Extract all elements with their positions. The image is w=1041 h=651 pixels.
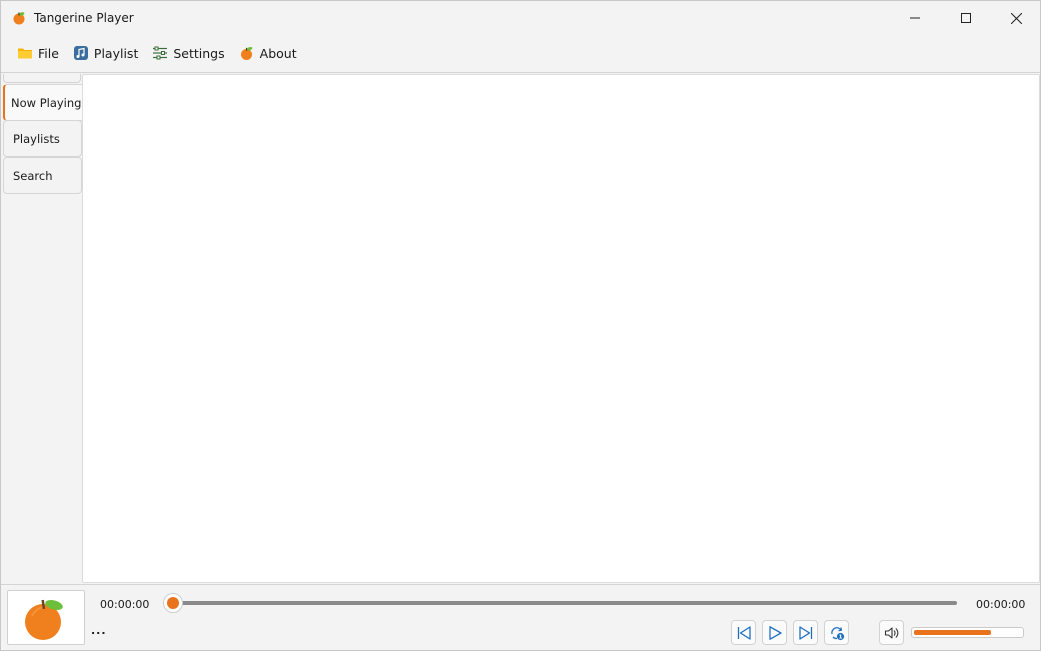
tab-search-label: Search [13, 168, 53, 183]
maximize-icon [961, 13, 971, 23]
app-window: Tangerine Player File Playlist Settings … [0, 0, 1041, 651]
close-icon [1010, 12, 1022, 24]
menu-playlist[interactable]: Playlist [67, 39, 146, 67]
tangerine-icon [239, 45, 255, 61]
album-art [7, 590, 85, 645]
menu-file[interactable]: File [11, 39, 67, 67]
top-divider [1, 72, 1040, 73]
skip-previous-icon [737, 625, 751, 640]
volume-slider[interactable] [911, 627, 1024, 638]
menu-settings-label: Settings [173, 45, 225, 61]
music-note-icon [73, 45, 89, 61]
volume-button[interactable] [879, 620, 904, 645]
tangerine-artwork-icon [25, 599, 63, 640]
volume-level [914, 630, 992, 635]
play-button[interactable] [762, 620, 787, 645]
menu-settings[interactable]: Settings [146, 39, 232, 67]
svg-text:1: 1 [838, 634, 842, 640]
now-playing-panel [82, 74, 1040, 583]
tab-search[interactable]: Search [3, 157, 82, 194]
repeat-one-icon: 1 [830, 626, 844, 640]
folder-icon [17, 45, 33, 61]
total-time: 00:00:00 [976, 598, 1026, 611]
previous-button[interactable] [731, 620, 756, 645]
close-button[interactable] [992, 1, 1040, 35]
tab-stub [3, 74, 81, 83]
seek-thumb[interactable] [163, 593, 183, 613]
track-name: ... [91, 624, 107, 637]
speaker-icon [884, 626, 898, 639]
repeat-one-button[interactable]: 1 [824, 620, 849, 645]
sliders-icon [152, 45, 168, 61]
maximize-button[interactable] [942, 1, 990, 35]
seek-track [163, 601, 957, 605]
menu-playlist-label: Playlist [93, 45, 139, 61]
tab-now-playing-label: Now Playing [11, 95, 82, 110]
minimize-button[interactable] [891, 1, 939, 35]
seek-slider[interactable] [163, 593, 957, 613]
window-title: Tangerine Player [34, 11, 134, 25]
tab-now-playing[interactable]: Now Playing [3, 84, 83, 121]
tangerine-app-icon [12, 11, 26, 25]
play-icon [768, 625, 782, 640]
menu-about[interactable]: About [233, 39, 305, 67]
tab-playlists[interactable]: Playlists [3, 120, 82, 157]
title-bar[interactable]: Tangerine Player [1, 1, 1040, 35]
bottom-divider [1, 584, 1040, 585]
menu-about-label: About [259, 45, 297, 61]
menu-file-label: File [38, 45, 59, 61]
next-button[interactable] [793, 620, 818, 645]
menu-bar: File Playlist Settings About [11, 39, 305, 67]
minimize-icon [910, 17, 920, 19]
tab-playlists-label: Playlists [13, 131, 60, 146]
skip-next-icon [798, 625, 812, 640]
current-time: 00:00:00 [100, 598, 150, 611]
